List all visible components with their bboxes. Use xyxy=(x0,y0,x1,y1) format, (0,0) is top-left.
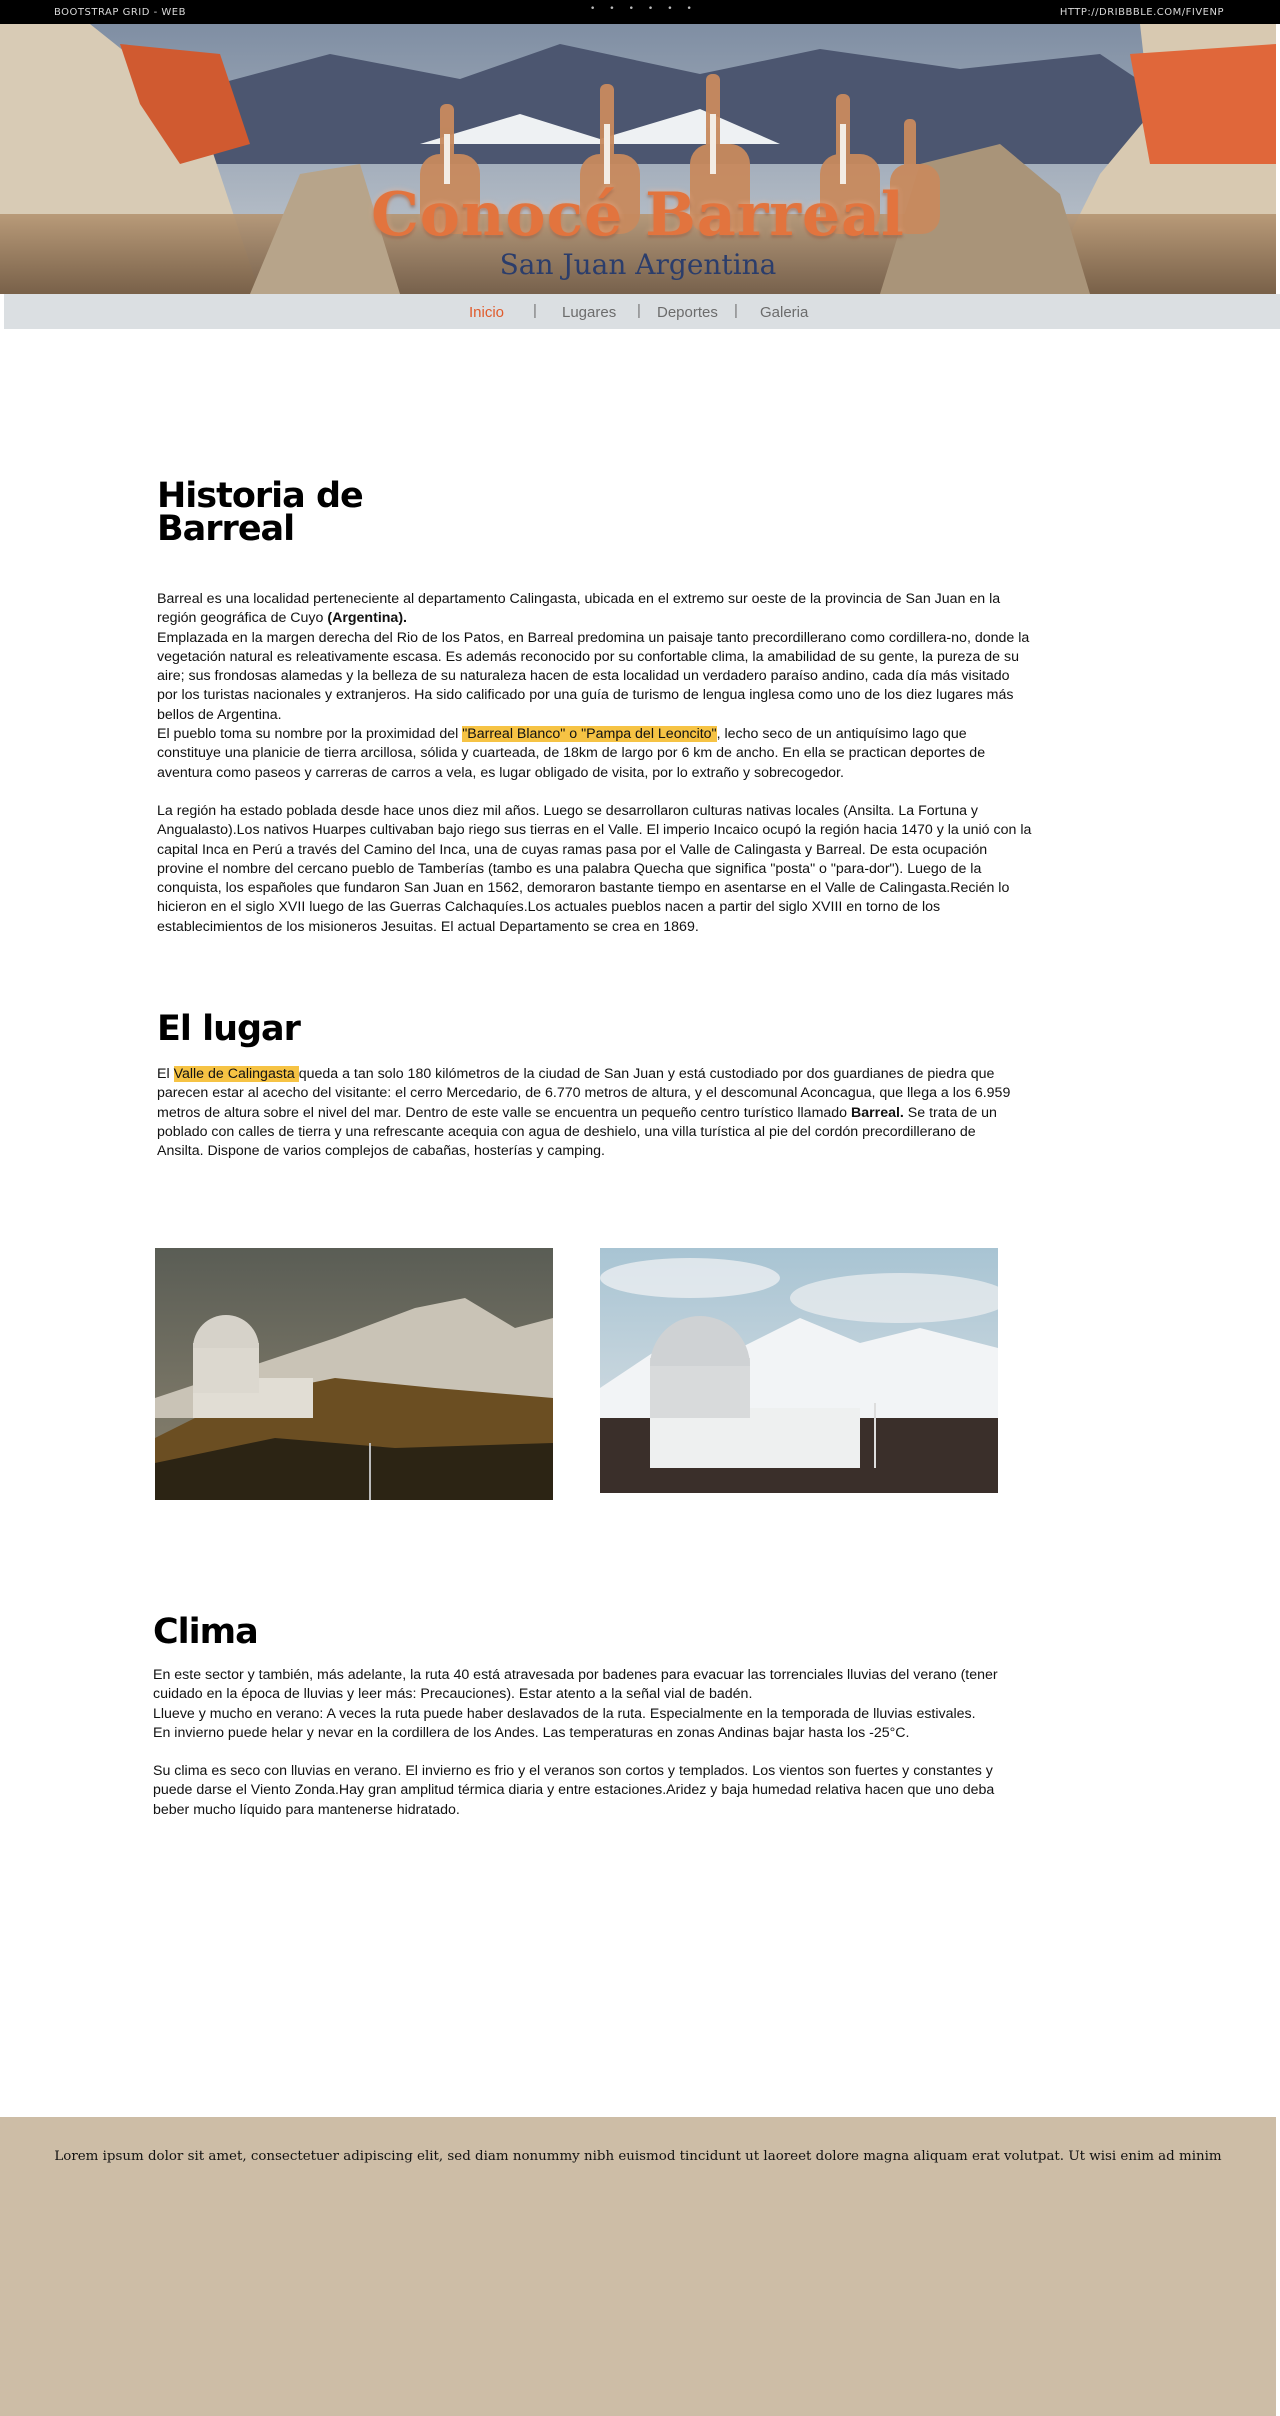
observatory-photo-dusk xyxy=(155,1248,553,1500)
nav-separator: | xyxy=(734,302,738,319)
lugar-text-bold: Barreal. xyxy=(851,1104,904,1121)
clima-line-1: En este sector y también, más adelante, … xyxy=(153,1667,998,1703)
footer-text: Lorem ipsum dolor sit amet, consectetuer… xyxy=(54,2149,1222,2164)
hero-banner: Conocé Barreal San Juan Argentina xyxy=(0,24,1276,294)
historia-heading: Historia de Barreal xyxy=(157,479,364,549)
lugar-paragraph: El Valle de Calingasta queda a tan solo … xyxy=(157,1065,1023,1161)
top-bar-right-link[interactable]: HTTP://DRIBBBLE.COM/FIVENP xyxy=(1060,7,1224,18)
nav-item-deportes[interactable]: Deportes xyxy=(657,304,718,321)
historia-heading-line2: Barreal xyxy=(157,509,295,549)
lugar-heading: El lugar xyxy=(157,1009,301,1049)
historia-body: Barreal es una localidad perteneciente a… xyxy=(157,590,1033,937)
lugar-text-a: El xyxy=(157,1066,174,1082)
top-bar: BOOTSTRAP GRID - WEB •••••• HTTP://DRIBB… xyxy=(0,0,1280,24)
hero-subtitle: San Juan Argentina xyxy=(499,248,777,281)
historia-p1-text: Barreal es una localidad perteneciente a… xyxy=(157,591,1001,627)
clima-heading: Clima xyxy=(153,1612,259,1652)
main-nav: Inicio | Lugares | Deportes | Galeria xyxy=(4,294,1280,329)
top-bar-left-text: BOOTSTRAP GRID - WEB xyxy=(54,7,186,18)
clima-line-4: Su clima es seco con lluvias en verano. … xyxy=(153,1763,995,1818)
clima-line-3: En invierno puede helar y nevar en la co… xyxy=(153,1724,910,1741)
footer: Lorem ipsum dolor sit amet, consectetuer… xyxy=(0,2117,1276,2416)
clima-line-2: Llueve y mucho en verano: A veces la rut… xyxy=(153,1705,976,1722)
clima-body: En este sector y también, más adelante, … xyxy=(153,1666,1033,1820)
hero-title: Conocé Barreal xyxy=(371,180,905,250)
carousel-dots: •••••• xyxy=(590,4,706,14)
nav-item-galeria[interactable]: Galeria xyxy=(760,304,808,321)
historia-p1-bold: (Argentina). xyxy=(327,610,407,627)
historia-paragraph-4: La región ha estado poblada desde hace u… xyxy=(157,802,1032,935)
observatory-photo-day xyxy=(600,1248,998,1493)
historia-paragraph-1: Barreal es una localidad perteneciente a… xyxy=(157,590,1033,629)
nav-item-lugares[interactable]: Lugares xyxy=(562,304,616,321)
highlight-valle-calingasta: Valle de Calingasta xyxy=(173,1066,299,1082)
historia-p3-text: El pueblo toma su nombre por la proximid… xyxy=(157,726,463,743)
lugar-body: El Valle de Calingasta queda a tan solo … xyxy=(157,1065,1023,1161)
nav-separator: | xyxy=(637,302,641,319)
historia-paragraph-2: Emplazada en la margen derecha del Rio d… xyxy=(157,629,1030,723)
historia-paragraph-3: El pueblo toma su nombre por la proximid… xyxy=(157,725,1033,783)
nav-separator: | xyxy=(533,302,537,319)
highlight-barreal-blanco: "Barreal Blanco" o "Pampa del Leoncito" xyxy=(462,726,717,743)
nav-item-inicio[interactable]: Inicio xyxy=(469,304,504,321)
